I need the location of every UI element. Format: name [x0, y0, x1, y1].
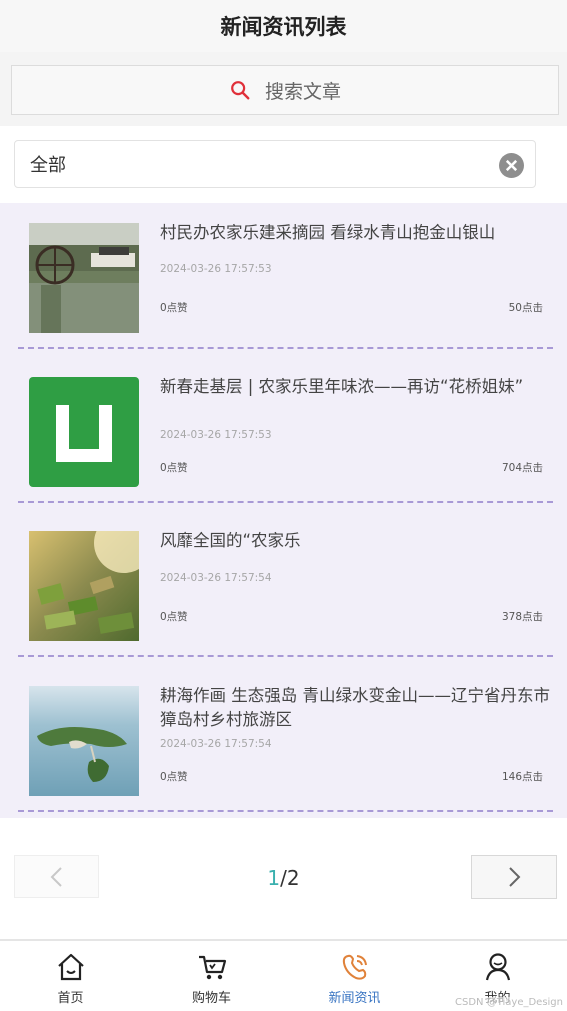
article-clicks: 378点击 [501, 611, 543, 623]
list-item[interactable]: 村民办农家乐建采摘园 看绿水青山抱金山银山 2024-03-26 17:57:5… [18, 203, 553, 349]
total-pages: /2 [280, 866, 300, 890]
user-icon [485, 953, 510, 981]
article-clicks: 50点击 [508, 302, 543, 314]
article-likes: 0点赞 [160, 462, 188, 474]
article-likes: 0点赞 [160, 611, 188, 623]
article-date: 2024-03-26 17:57:53 [160, 263, 272, 275]
watermark: CSDN @Tiaye_Design [455, 997, 563, 1008]
tab-news[interactable]: 新闻资讯 [284, 941, 425, 1011]
search-icon [231, 81, 250, 100]
list-item[interactable]: 风靡全国的“农家乐 2024-03-26 17:57:54 0点赞 378点击 [18, 503, 553, 657]
list-item[interactable]: 新春走基层 | 农家乐里年味浓——再访“花桥姐妹” 2024-03-26 17:… [18, 349, 553, 503]
article-thumbnail [29, 686, 139, 796]
bottom-tab-bar: 首页 购物车 新闻资讯 我的 CSDN @Tiaye_Design [0, 939, 567, 1011]
article-thumbnail [29, 377, 139, 487]
list-item[interactable]: 耕海作画 生态强岛 青山绿水变金山——辽宁省丹东市獐岛村乡村旅游区 2024-0… [18, 657, 553, 812]
article-date: 2024-03-26 17:57:54 [160, 738, 272, 750]
article-likes: 0点赞 [160, 771, 188, 783]
search-placeholder: 搜索文章 [264, 80, 341, 103]
article-date: 2024-03-26 17:57:53 [160, 429, 272, 441]
tab-home[interactable]: 首页 [0, 941, 141, 1011]
article-title: 耕海作画 生态强岛 青山绿水变金山——辽宁省丹东市獐岛村乡村旅游区 [160, 686, 550, 729]
article-clicks: 146点击 [501, 771, 543, 783]
tab-label: 首页 [57, 991, 84, 1006]
tab-label: 购物车 [191, 991, 231, 1006]
current-page: 1 [267, 866, 281, 890]
category-filter[interactable]: 全部 [14, 140, 536, 188]
article-clicks: 704点击 [501, 462, 543, 474]
pagination: 1/2 [0, 840, 567, 920]
cart-icon [198, 955, 226, 980]
home-icon [57, 953, 84, 981]
article-title: 新春走基层 | 农家乐里年味浓——再访“花桥姐妹” [160, 377, 524, 396]
next-page-button[interactable] [471, 855, 557, 899]
article-date: 2024-03-26 17:57:54 [160, 572, 272, 584]
article-thumbnail [29, 531, 139, 641]
article-thumbnail [29, 223, 139, 333]
category-filter-value: 全部 [30, 155, 66, 176]
app-header: 新闻资讯列表 [0, 0, 567, 52]
search-input[interactable]: 搜索文章 [11, 65, 559, 115]
clear-icon[interactable] [499, 153, 524, 178]
news-icon [342, 954, 367, 980]
article-likes: 0点赞 [160, 302, 188, 314]
tab-cart[interactable]: 购物车 [141, 941, 282, 1011]
chevron-right-icon [509, 867, 521, 887]
article-list: 村民办农家乐建采摘园 看绿水青山抱金山银山 2024-03-26 17:57:5… [0, 203, 567, 818]
tab-label: 新闻资讯 [328, 991, 381, 1006]
article-title: 村民办农家乐建采摘园 看绿水青山抱金山银山 [160, 223, 496, 242]
article-title: 风靡全国的“农家乐 [160, 531, 301, 550]
page-title: 新闻资讯列表 [220, 15, 347, 39]
search-area: 搜索文章 [0, 52, 567, 126]
